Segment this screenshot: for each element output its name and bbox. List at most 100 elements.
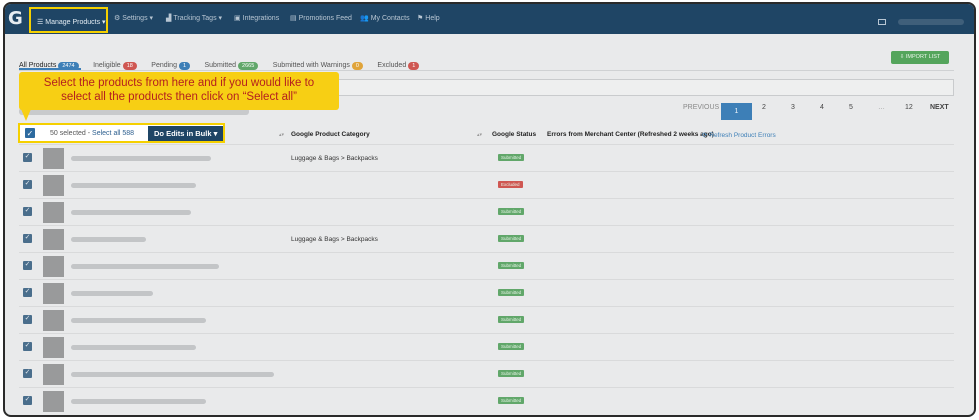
flag-icon: ⚑	[417, 15, 424, 22]
status-tabs: All Products 2474 Ineligible 18 Pending 1 S…	[19, 54, 429, 70]
pagination-page-5[interactable]: 5	[849, 104, 853, 111]
row-checkbox[interactable]: ✓	[23, 180, 32, 189]
row-checkbox[interactable]: ✓	[23, 153, 32, 162]
status-badge: Submitted	[498, 370, 525, 377]
product-name-blurred[interactable]	[71, 183, 196, 188]
tab-label: Ineligible	[93, 62, 121, 69]
bulk-selection-bar: ✓ 50 selected - Select all 588 Do Edits …	[18, 123, 225, 143]
nav-manage-products[interactable]: ☰ Manage Products ▾	[29, 7, 108, 33]
product-name-blurred[interactable]	[71, 318, 206, 323]
nav-settings[interactable]: ⚙ Settings ▾	[114, 14, 153, 22]
table-row[interactable]: ✓ Submitted	[19, 279, 954, 306]
table-row[interactable]: ✓ Submitted	[19, 252, 954, 279]
product-thumbnail	[43, 202, 64, 223]
product-name-blurred[interactable]	[71, 210, 191, 215]
product-name-blurred[interactable]	[71, 291, 153, 296]
pagination-next[interactable]: NEXT	[930, 104, 949, 111]
nav-help[interactable]: ⚑ Help	[417, 14, 440, 22]
chart-icon: ▟	[166, 15, 172, 22]
do-edits-in-bulk-button[interactable]: Do Edits in Bulk ▾	[148, 126, 223, 141]
product-thumbnail	[43, 337, 64, 358]
column-google-product-category[interactable]: Google Product Category	[291, 131, 370, 138]
table-row[interactable]: ✓ Excluded	[19, 171, 954, 198]
nav-promotions-feed[interactable]: ▤ Promotions Feed	[290, 14, 352, 22]
count-badge: 18	[122, 62, 137, 70]
tab-submitted-with-warnings[interactable]: Submitted with Warnings 0	[273, 62, 363, 70]
tabs-divider	[19, 70, 954, 71]
status-badge: Submitted	[498, 154, 525, 161]
nav-integrations-label: Integrations	[242, 15, 280, 22]
product-name-blurred[interactable]	[71, 237, 146, 242]
status-badge: Submitted	[498, 262, 525, 269]
tab-submitted[interactable]: Submitted 2665	[205, 62, 259, 70]
callout-pointer	[21, 109, 31, 121]
product-category: Luggage & Bags > Backpacks	[291, 236, 378, 243]
callout-line-2: select all the products then click on “S…	[61, 91, 297, 103]
pagination-previous[interactable]: PREVIOUS	[683, 104, 719, 111]
count-badge: 2665	[238, 62, 259, 70]
product-name-blurred[interactable]	[71, 399, 206, 404]
column-errors: Errors from Merchant Center (Refreshed 2…	[547, 131, 714, 138]
row-checkbox[interactable]: ✓	[23, 396, 32, 405]
app-frame: G ☰ Manage Products ▾ ⚙ Settings ▾ ▟ Track…	[3, 2, 976, 417]
count-badge: 1	[408, 62, 420, 70]
sort-icon[interactable]: ▴▾	[279, 132, 284, 138]
table-row[interactable]: ✓ Luggage & Bags > Backpacks Submitted	[19, 225, 954, 252]
row-checkbox[interactable]: ✓	[23, 234, 32, 243]
product-name-blurred[interactable]	[71, 156, 211, 161]
row-checkbox[interactable]: ✓	[23, 342, 32, 351]
tab-ineligible[interactable]: Ineligible 18	[93, 62, 137, 70]
pagination-page-3[interactable]: 3	[791, 104, 795, 111]
pagination-page-4[interactable]: 4	[820, 104, 824, 111]
account-area[interactable]	[878, 13, 964, 31]
row-checkbox[interactable]: ✓	[23, 315, 32, 324]
column-google-status[interactable]: Google Status	[492, 131, 536, 138]
account-name-blurred	[898, 18, 964, 25]
card-icon	[878, 18, 886, 25]
table-row[interactable]: ✓ Submitted	[19, 360, 954, 387]
tutorial-callout: Select the products from here and if you…	[19, 72, 339, 110]
table-row[interactable]: ✓ Submitted	[19, 333, 954, 360]
tab-excluded[interactable]: Excluded 1	[377, 62, 420, 70]
product-name-blurred[interactable]	[71, 345, 196, 350]
refresh-product-errors-link[interactable]: ⟳ Refresh Product Errors	[702, 131, 776, 139]
sort-icon[interactable]: ▴▾	[477, 132, 482, 138]
import-list-button[interactable]: ⇩ IMPORT LIST	[891, 51, 949, 64]
row-checkbox[interactable]: ✓	[23, 207, 32, 216]
row-checkbox[interactable]: ✓	[23, 369, 32, 378]
status-badge: Submitted	[498, 289, 525, 296]
product-thumbnail	[43, 364, 64, 385]
product-thumbnail	[43, 283, 64, 304]
table-row[interactable]: ✓ Submitted	[19, 306, 954, 333]
nav-tracking-tags[interactable]: ▟ Tracking Tags ▾	[166, 14, 222, 22]
row-checkbox[interactable]: ✓	[23, 288, 32, 297]
tab-pending[interactable]: Pending 1	[151, 62, 191, 70]
tab-label: Excluded	[377, 62, 407, 69]
pagination-page-12[interactable]: 12	[905, 104, 913, 111]
nav-my-contacts-label: My Contacts	[370, 15, 410, 22]
select-all-checkbox[interactable]: ✓	[25, 128, 35, 138]
row-checkbox[interactable]: ✓	[23, 261, 32, 270]
pagination-page-2[interactable]: 2	[762, 104, 766, 111]
product-name-blurred[interactable]	[71, 264, 219, 269]
list-icon: ☰	[37, 19, 44, 26]
nav-manage-products-label: Manage Products ▾	[45, 19, 106, 26]
product-thumbnail	[43, 256, 64, 277]
status-badge: Submitted	[498, 397, 525, 404]
count-badge: 0	[351, 62, 363, 70]
users-icon: 👥	[360, 15, 369, 22]
table-row[interactable]: ✓ Submitted	[19, 198, 954, 225]
select-all-link[interactable]: Select all 588	[92, 130, 134, 137]
pagination-page-1[interactable]: 1	[721, 103, 752, 120]
tab-label: Submitted with Warnings	[272, 62, 350, 69]
briefcase-icon: ▣	[234, 15, 241, 22]
nav-promotions-feed-label: Promotions Feed	[298, 15, 352, 22]
table-row[interactable]: ✓ Luggage & Bags > Backpacks Submitted	[19, 144, 954, 171]
top-navbar: G ☰ Manage Products ▾ ⚙ Settings ▾ ▟ Track…	[5, 4, 974, 34]
app-logo[interactable]: G	[8, 8, 26, 30]
nav-my-contacts[interactable]: 👥 My Contacts	[360, 14, 410, 22]
status-badge: Submitted	[498, 316, 525, 323]
table-row[interactable]: ✓ Submitted	[19, 387, 954, 414]
product-name-blurred[interactable]	[71, 372, 274, 377]
nav-integrations[interactable]: ▣ Integrations	[234, 14, 279, 22]
